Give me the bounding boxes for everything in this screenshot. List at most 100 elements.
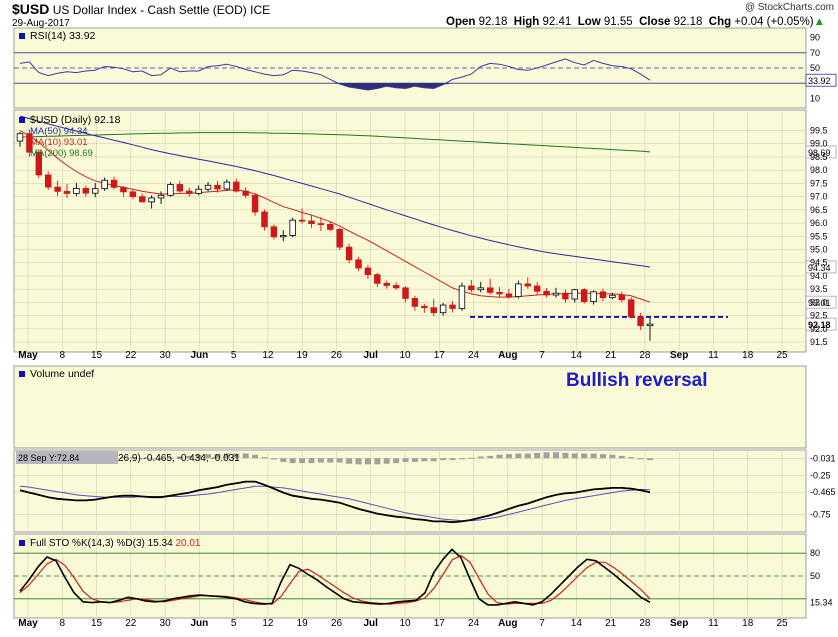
x-axis-label: Sep (670, 350, 688, 361)
macd-histogram-bar (393, 458, 400, 464)
price-tick-label: 97.0 (810, 192, 828, 202)
macd-histogram-bar (618, 455, 625, 459)
high-label: High (513, 16, 540, 28)
candle-body (251, 194, 259, 213)
candle-body (627, 299, 635, 318)
candle-body (392, 285, 400, 289)
stoch-k-value: 15.34 (148, 538, 173, 549)
candle-body (411, 298, 419, 307)
candle-body (336, 229, 343, 248)
macd-histogram-bar (280, 458, 287, 462)
candle-body (242, 190, 249, 196)
macd-histogram-bar (543, 452, 550, 459)
volume-legend: Volume undef (30, 368, 94, 380)
header-title: $USD US Dollar Index - Cash Settle (EOD)… (12, 1, 270, 17)
price-tick-label: 95.5 (810, 231, 828, 241)
candle-body (16, 133, 24, 142)
candle-body (533, 285, 541, 292)
candle-body (261, 211, 268, 228)
macd-histogram-bar (581, 453, 588, 459)
close-label: Close (639, 16, 671, 28)
candle-body (618, 294, 626, 301)
rsi-legend: RSI(14) 33.92 (30, 30, 96, 42)
macd-histogram-bar (515, 453, 522, 459)
price-tick-label: 91.5 (810, 337, 828, 347)
x-axis-label-bottom: Sep (670, 618, 688, 629)
price-tick-label: 92.0 (810, 324, 828, 334)
candle-body (82, 188, 90, 194)
macd-histogram-bar (505, 454, 512, 459)
candle-body (204, 184, 212, 190)
macd-histogram-bar (383, 458, 390, 464)
candle-body (139, 196, 146, 203)
candle-body (421, 305, 428, 309)
candle-body (317, 223, 325, 225)
x-axis-label: 5 (231, 350, 237, 361)
macd-histogram-bar (374, 458, 381, 465)
up-arrow-icon: ▲ (813, 16, 826, 28)
candle-body (214, 184, 221, 190)
macd-histogram-bar (430, 458, 437, 462)
x-axis-label-bottom: Jun (190, 618, 208, 629)
x-axis-label-bottom: 17 (434, 618, 446, 629)
macd-histogram-bar (402, 458, 409, 462)
macd-histogram-bar (599, 454, 606, 459)
macd-tick-label: -0.75 (810, 509, 831, 519)
price-tick-label: 96.5 (810, 205, 828, 215)
candle-body (308, 220, 315, 224)
x-axis-label: 8 (59, 350, 65, 361)
candle-body (402, 287, 409, 299)
high-value: 92.41 (542, 16, 572, 28)
ma50-legend: MA(50) 94.34 (30, 126, 88, 137)
candle-body (364, 267, 372, 276)
exchange: ICE (250, 3, 271, 17)
low-label: Low (577, 16, 601, 28)
candle-body (637, 316, 644, 327)
candle-body (646, 323, 654, 327)
price-tick-label: 93.0 (810, 297, 828, 307)
stoch-tick-label: 80 (810, 548, 820, 558)
macd-histogram-bar (590, 453, 597, 459)
candle-body (327, 223, 334, 230)
macd-tick-label: -0.031 (810, 453, 836, 463)
macd-histogram-bar (571, 453, 578, 459)
macd-histogram-bar (252, 454, 259, 459)
chg-value: +0.04 (+0.05%) (734, 16, 814, 28)
candle-body (73, 188, 80, 194)
macd-histogram-bar (477, 456, 484, 459)
candle-body (223, 181, 231, 190)
stoch-legend-swatch (19, 540, 25, 546)
macd-histogram-bar (496, 454, 503, 459)
candle-body (552, 292, 560, 296)
candle-body (298, 219, 306, 222)
instrument-name: US Dollar Index - Cash Settle (EOD) (52, 3, 247, 17)
price-legend-swatch (19, 117, 25, 123)
x-axis-label-bottom: 15 (91, 618, 103, 629)
macd-histogram-bar (299, 458, 306, 464)
macd-histogram-bar (289, 458, 296, 464)
x-axis-label-bottom: 11 (708, 618, 719, 629)
macd-histogram-bar (487, 455, 494, 459)
price-tick-label: 94.5 (810, 258, 828, 268)
price-tick-label: 98.5 (810, 152, 828, 162)
x-axis-label-bottom: 30 (160, 618, 172, 629)
macd-histogram-bar (261, 457, 268, 459)
volume-legend-swatch (19, 371, 25, 377)
candle-body (345, 246, 353, 261)
brand-watermark: @ StockCharts.com (744, 2, 834, 13)
candle-body (374, 274, 381, 284)
macd-histogram-bar (449, 458, 456, 461)
stoch-tick-label: 15.34 (810, 597, 833, 607)
x-axis-label: 10 (399, 350, 411, 361)
candle-body (54, 186, 61, 192)
macd-histogram-bar (327, 458, 334, 463)
x-axis-label-bottom: Aug (498, 618, 517, 629)
x-axis-label: Jul (364, 350, 379, 361)
x-axis-label: 25 (776, 350, 788, 361)
x-axis-label: 11 (708, 350, 719, 361)
x-axis-label: 15 (91, 350, 103, 361)
close-value: 92.18 (673, 16, 703, 28)
rsi-legend-swatch (19, 33, 25, 39)
candle-body (486, 287, 494, 293)
x-axis-label-bottom: 21 (605, 618, 617, 629)
